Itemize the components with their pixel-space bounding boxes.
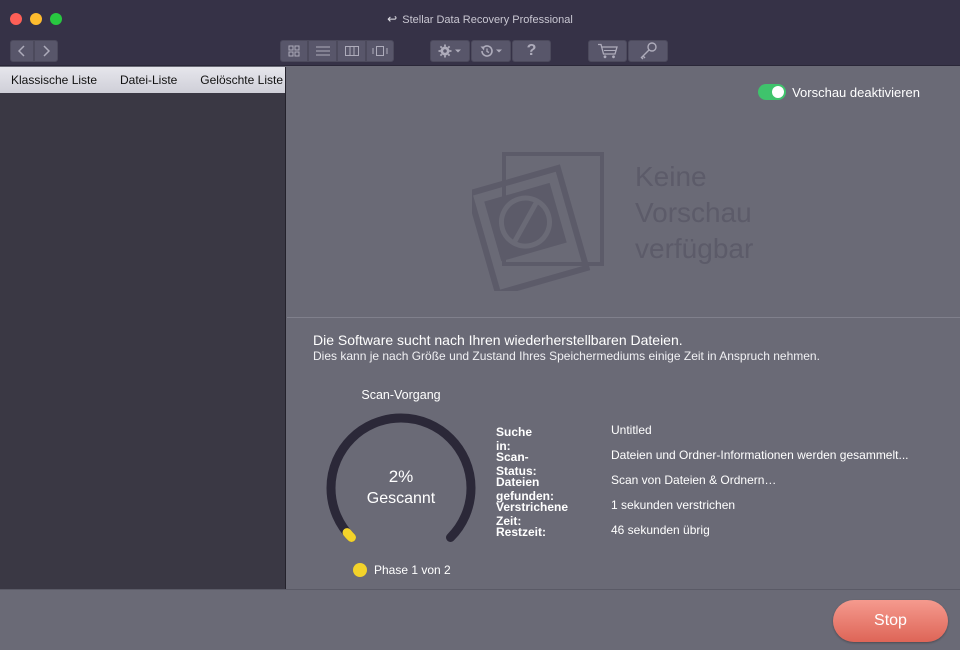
coverflow-icon [372,46,388,56]
columns-icon [344,46,359,56]
chevron-left-icon [18,45,25,57]
no-preview-line-1: Keine [635,161,707,192]
view-columns-button[interactable] [337,40,366,62]
info-key: Verstrichene Zeit: [496,500,569,528]
info-key: Restzeit: [496,525,547,539]
settings-button[interactable] [430,40,470,62]
back-arrow-icon: ↩ [387,12,398,26]
no-preview-line-3: verfügbar [635,233,754,264]
scan-status-label: Gescannt [366,490,436,507]
cart-button[interactable] [588,40,627,62]
info-value: 46 sekunden übrig [611,523,710,537]
history-button[interactable] [471,40,511,62]
info-value: Scan von Dateien & Ordnern… [611,473,777,487]
phase-indicator: Phase 1 von 2 [353,563,451,577]
gauge-fill [342,528,356,542]
sidebar-tabs: Klassische Liste Datei-Liste Gelöschte L… [0,67,285,93]
history-icon [480,45,502,57]
preview-toggle-switch[interactable] [758,84,787,100]
title-bar: ↩ Stellar Data Recovery Professional [0,0,960,38]
key-icon [640,42,657,60]
window-title-area: ↩ Stellar Data Recovery Professional [0,12,960,26]
scan-subline: Dies kann je nach Größe und Zustand Ihre… [313,349,820,363]
info-key: Dateien gefunden: [496,475,554,503]
help-button[interactable]: ? [512,40,551,62]
forward-button[interactable] [34,40,58,62]
info-value: 1 sekunden verstrichen [611,498,736,512]
view-coverflow-button[interactable] [366,40,394,62]
info-key: Suche in: [496,425,533,453]
preview-toggle-label[interactable]: Vorschau deaktivieren [792,85,920,100]
section-divider [287,317,960,318]
no-preview-line-2: Vorschau [635,197,752,228]
preview-toggle-row: Vorschau deaktivieren [758,84,920,100]
gear-icon [438,44,461,58]
tab-geloeschte-liste[interactable]: Gelöschte Liste [200,73,283,87]
info-value: Untitled [611,423,652,437]
info-value: Dateien und Ordner-Informationen werden … [611,448,909,462]
tab-datei-liste[interactable]: Datei-Liste [120,73,177,87]
no-preview-text: Keine Vorschau verfügbar [635,159,753,267]
scan-percent: 2% [388,467,414,486]
toolbar: ? [0,38,960,66]
phase-text: Phase 1 von 2 [374,563,451,577]
window-title: Stellar Data Recovery Professional [402,14,573,26]
list-icon [315,46,330,56]
activate-button[interactable] [628,40,668,62]
scan-headline: Die Software sucht nach Ihren wiederhers… [313,332,683,348]
phase-dot-icon [353,563,367,577]
tab-klassische-liste[interactable]: Klassische Liste [11,73,97,87]
view-icons-button[interactable] [280,40,308,62]
info-key: Scan-Status: [496,450,537,478]
grid-icon [288,45,300,57]
question-icon: ? [526,42,537,59]
footer-bar: Stop [0,589,960,650]
preview-pane: Vorschau deaktivieren Keine Vorschau ver… [287,67,960,317]
no-preview-icon [472,152,604,291]
chevron-right-icon [43,45,50,57]
back-button[interactable] [10,40,34,62]
stop-button[interactable]: Stop [833,600,948,642]
gauge-title: Scan-Vorgang [361,388,441,402]
view-list-button[interactable] [308,40,337,62]
sidebar: Klassische Liste Datei-Liste Gelöschte L… [0,67,286,589]
cart-icon [597,43,618,59]
